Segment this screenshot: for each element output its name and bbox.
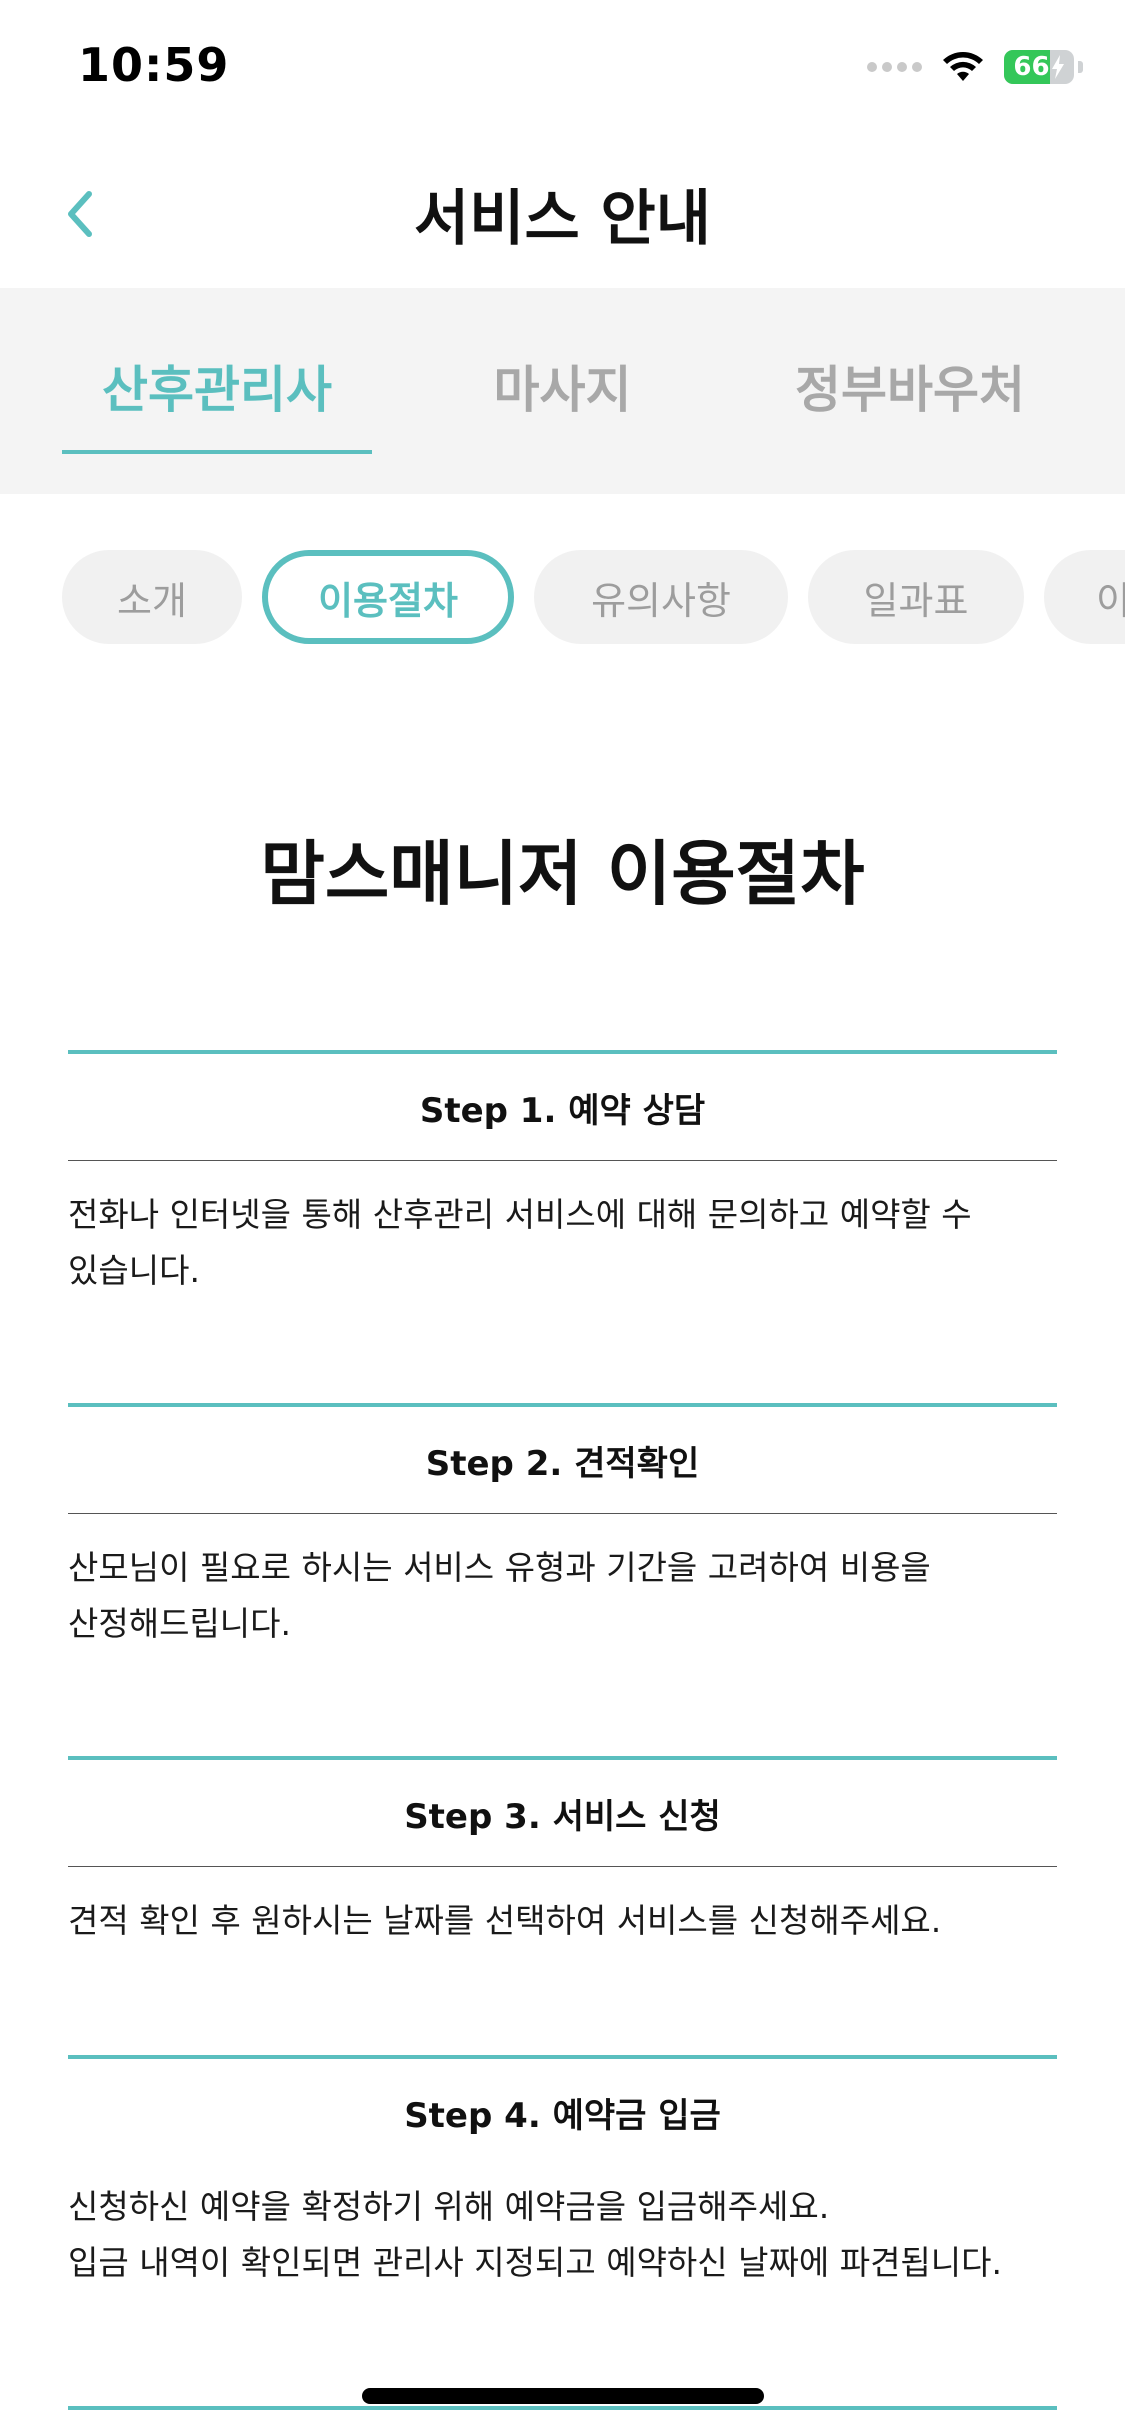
chip-daily-schedule[interactable]: 일과표 [808, 550, 1024, 644]
tab-label: 산후관리사 [102, 361, 332, 419]
step-3: Step 3. 서비스 신청 견적 확인 후 원하시는 날짜를 선택하여 서비스… [68, 1756, 1057, 1949]
tab-label: 정부바우처 [795, 361, 1025, 419]
step-1: Step 1. 예약 상담 전화나 인터넷을 통해 산후관리 서비스에 대해 문… [68, 1050, 1057, 1299]
chip-more[interactable]: 이 [1044, 550, 1125, 644]
battery-level: 66 [1004, 50, 1074, 84]
chip-precautions[interactable]: 유의사항 [534, 550, 788, 644]
step-2: Step 2. 견적확인 산모님이 필요로 하시는 서비스 유형과 기간을 고려… [68, 1403, 1057, 1652]
step-description: 견적 확인 후 원하시는 날짜를 선택하여 서비스를 신청해주세요. [68, 1901, 942, 1940]
tab-massage[interactable]: 마사지 [420, 350, 705, 454]
step-title: Step 1. 예약 상담 [419, 1090, 706, 1131]
main-tabs: 산후관리사 마사지 정부바우처 [0, 288, 1125, 494]
tab-label: 마사지 [493, 361, 632, 419]
active-tab-underline [62, 450, 372, 454]
step-description: 전화나 인터넷을 통해 산후관리 서비스에 대해 문의하고 예약할 수 있습니다… [68, 1195, 972, 1290]
wifi-icon [943, 52, 983, 81]
chip-usage-procedure[interactable]: 이용절차 [262, 550, 514, 644]
step-description: 산모님이 필요로 하시는 서비스 유형과 기간을 고려하여 비용을 산정해드립니… [68, 1548, 931, 1643]
charging-bolt-icon [1051, 55, 1064, 79]
status-time: 10:59 [78, 38, 230, 92]
cellular-signal-icon [867, 62, 922, 72]
home-indicator[interactable] [362, 2388, 764, 2404]
content-title: 맘스매니저 이용절차 [260, 833, 865, 915]
step-4: Step 4. 예약금 입금 신청하신 예약을 확정하기 위해 예약금을 입금해… [68, 2055, 1057, 2291]
tab-government-voucher[interactable]: 정부바우처 [760, 350, 1060, 454]
tab-postpartum-caregiver[interactable]: 산후관리사 [62, 350, 372, 454]
step-title: Step 2. 견적확인 [425, 1443, 700, 1484]
sub-tabs: 소개 이용절차 유의사항 일과표 이 [0, 548, 1125, 648]
step-5-top-line [68, 2406, 1057, 2410]
battery-icon: 66 [1004, 50, 1074, 84]
step-title: Step 3. 서비스 신청 [404, 1796, 721, 1837]
header: 서비스 안내 [0, 140, 1125, 288]
status-bar: 10:59 66 [0, 0, 1125, 140]
step-title: Step 4. 예약금 입금 [404, 2095, 721, 2136]
status-icons: 66 [867, 50, 1083, 84]
battery-cap [1078, 61, 1083, 73]
chip-introduction[interactable]: 소개 [62, 550, 242, 644]
step-description: 신청하신 예약을 확정하기 위해 예약금을 입금해주세요. 입금 내역이 확인되… [68, 2187, 1002, 2282]
page-title: 서비스 안내 [414, 184, 711, 254]
